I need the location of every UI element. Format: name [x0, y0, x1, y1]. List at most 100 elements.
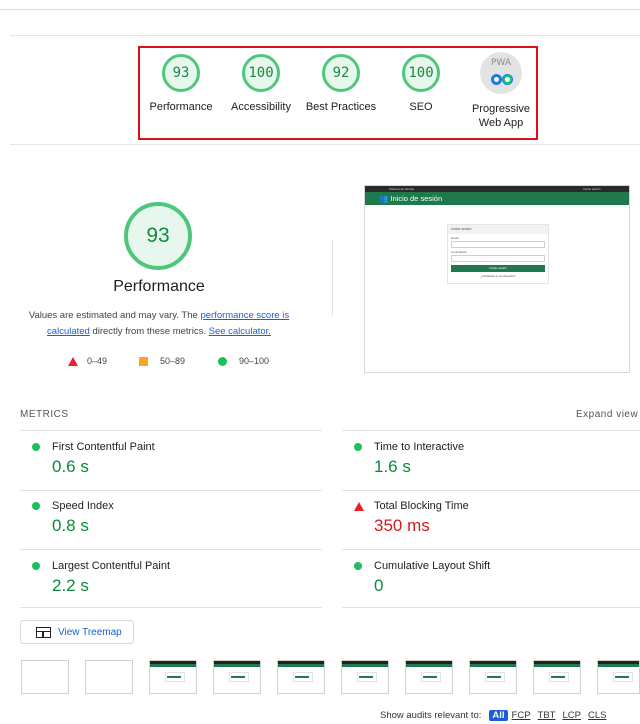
metric-value: 1.6 s: [374, 457, 411, 476]
section-divider: [10, 144, 640, 145]
filter-tbt-button[interactable]: TBT: [538, 710, 556, 721]
screenshot-topbar-right: Iniciar sesión: [583, 187, 601, 191]
legend-average-label: 50–89: [160, 356, 186, 366]
screenshot-login-button: Iniciar sesión: [451, 265, 545, 272]
metric-label: Largest Contentful Paint: [52, 560, 171, 572]
category-label: SEO: [409, 101, 433, 113]
screenshot-card-title: Iniciar sesión: [448, 225, 548, 234]
filmstrip-frame: [533, 660, 581, 694]
pass-circle-icon: [32, 562, 40, 570]
pass-circle-icon: [354, 443, 362, 451]
view-treemap-button[interactable]: View Treemap: [20, 620, 134, 644]
filmstrip-frame: [469, 660, 517, 694]
screenshot-email-input: [451, 241, 545, 248]
final-screenshot[interactable]: Sistema de Ventas Iniciar sesión 👥 Inici…: [364, 185, 630, 373]
metrics-heading: METRICS: [20, 409, 69, 420]
screenshot-password-input: [451, 255, 545, 262]
view-treemap-label: View Treemap: [58, 626, 122, 638]
vertical-divider: [332, 240, 333, 316]
metric-value: 0.6 s: [52, 457, 89, 476]
metrics-divider: [342, 490, 640, 491]
metric-value: 0.8 s: [52, 516, 89, 535]
circle-icon: [218, 356, 227, 366]
category-label: Best Practices: [305, 101, 377, 113]
filmstrip-frame: [277, 660, 325, 694]
category-best-practices[interactable]: 92 Best Practices: [296, 54, 386, 114]
metric-label: Total Blocking Time: [374, 500, 469, 512]
expand-view-toggle[interactable]: Expand view: [576, 409, 638, 420]
triangle-icon: [68, 356, 78, 366]
pwa-label-line2: Web App: [478, 117, 524, 129]
pass-circle-icon: [354, 562, 362, 570]
pwa-dot-icon: [491, 74, 502, 85]
top-divider: [0, 9, 640, 10]
metrics-divider: [342, 430, 640, 431]
metric-value: 2.2 s: [52, 576, 89, 595]
category-label: Accessibility: [231, 101, 291, 113]
screenshot-login-card: Iniciar sesión Email Contraseña Iniciar …: [447, 224, 549, 284]
metric-label: Cumulative Layout Shift: [374, 560, 491, 572]
filmstrip-frame: [341, 660, 389, 694]
screenshot-header-text: Inicio de sesión: [390, 194, 443, 203]
metric-label: Speed Index: [52, 500, 114, 512]
audit-filter-label: Show audits relevant to:: [380, 710, 482, 721]
legend-pass-label: 90–100: [239, 356, 270, 366]
category-accessibility[interactable]: 100 Accessibility: [216, 54, 306, 114]
screenshot-topbar-left: Sistema de Ventas: [389, 187, 415, 191]
desc-text: Values are estimated and may vary. The: [28, 310, 201, 321]
category-seo[interactable]: 100 SEO: [376, 54, 466, 114]
legend-average: 50–89: [139, 356, 185, 366]
metrics-divider: [342, 549, 640, 550]
section-divider: [10, 35, 640, 36]
pwa-badge-icon: PWA: [480, 52, 522, 94]
filter-fcp-button[interactable]: FCP: [512, 710, 531, 721]
performance-description: Values are estimated and may vary. The p…: [18, 308, 300, 340]
pwa-dot-icon: [502, 74, 513, 85]
metric-label: Time to Interactive: [374, 441, 465, 453]
score-gauge: 93: [162, 54, 200, 92]
metrics-divider: [20, 607, 322, 608]
filmstrip-frame: [21, 660, 69, 694]
score-gauge: 100: [242, 54, 280, 92]
metric-value: 0: [374, 576, 384, 595]
screenshot-forgot-link: ¿Olvidaste tu contraseña?: [480, 274, 516, 278]
filmstrip-frame: [597, 660, 640, 694]
pwa-badge-text: PWA: [491, 58, 511, 68]
filmstrip-frame: [405, 660, 453, 694]
category-pwa[interactable]: PWA Progressive Web App: [456, 52, 546, 130]
filter-lcp-button[interactable]: LCP: [563, 710, 581, 721]
screenshot-topbar: Sistema de Ventas Iniciar sesión: [365, 186, 629, 192]
performance-title: Performance: [113, 278, 205, 295]
pass-circle-icon: [32, 502, 40, 510]
screenshot-email-label: Email: [451, 236, 459, 240]
score-gauge: 100: [402, 54, 440, 92]
metrics-divider: [20, 490, 322, 491]
audit-filter: Show audits relevant to: All FCP TBT LCP…: [380, 710, 613, 721]
category-label: Performance: [149, 101, 213, 113]
category-label: Progressive Web App: [456, 102, 546, 130]
legend-fail-label: 0–49: [87, 356, 108, 366]
legend-fail: 0–49: [68, 356, 107, 366]
pwa-label-line1: Progressive: [471, 103, 531, 115]
square-icon: [139, 356, 148, 366]
desc-text: directly from these metrics.: [89, 326, 209, 337]
category-performance[interactable]: 93 Performance: [136, 54, 226, 114]
pass-circle-icon: [32, 443, 40, 451]
filmstrip-frame: [85, 660, 133, 694]
legend-pass: 90–100: [218, 356, 269, 366]
metrics-divider: [20, 430, 322, 431]
metric-label: First Contentful Paint: [52, 441, 155, 453]
metrics-divider: [342, 607, 640, 608]
screenshot-password-label: Contraseña: [451, 250, 467, 254]
screenshot-header: 👥 Inicio de sesión: [365, 192, 629, 205]
fail-triangle-icon: [354, 502, 364, 511]
filter-cls-button[interactable]: CLS: [588, 710, 606, 721]
metrics-divider: [20, 549, 322, 550]
filter-all-button[interactable]: All: [489, 710, 508, 721]
treemap-icon: [36, 626, 51, 638]
performance-score-gauge: 93: [124, 202, 192, 270]
metric-value: 350 ms: [374, 516, 430, 535]
filmstrip-frame: [149, 660, 197, 694]
see-calculator-link[interactable]: See calculator.: [209, 326, 271, 337]
score-gauge: 92: [322, 54, 360, 92]
